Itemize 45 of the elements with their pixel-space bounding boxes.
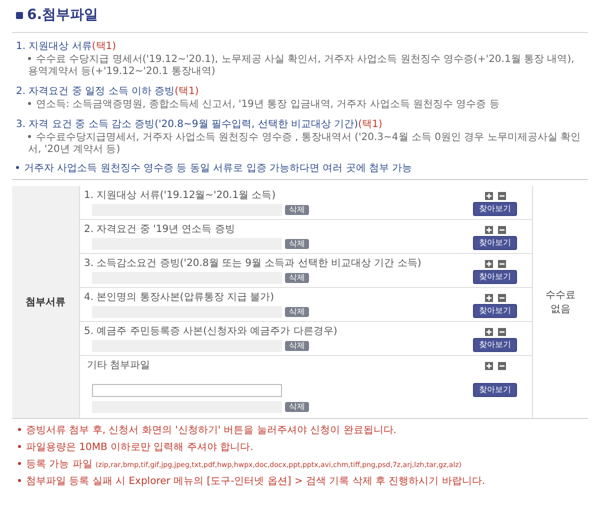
delete-button[interactable]: 삭제 [285, 273, 309, 283]
delete-button[interactable]: 삭제 [285, 402, 309, 412]
add-icon[interactable] [484, 192, 492, 200]
note-text: 거주자 사업소득 원천징수 영수증 등 동일 서류로 입증 가능하다면 여러 곳에 첨부 가능 [12, 156, 588, 180]
remove-icon[interactable] [498, 192, 506, 200]
notice-text: 첨부파일 등록 실패 시 Explorer 메뉴의 [도구-인터넷 옵션] > 검색 기록 삭제 후 진행하시기 바랍니다. [18, 476, 582, 488]
browse-button[interactable]: 찾아보기 [473, 202, 517, 216]
remove-icon[interactable] [498, 226, 506, 234]
title-marker-icon [16, 12, 23, 18]
add-icon[interactable] [484, 294, 492, 302]
remove-icon[interactable] [498, 294, 506, 302]
fee-cell: 수수료 없음 [532, 186, 588, 418]
row-label: 5. 예금주 주민등록증 사본(신청자와 예금주가 다른경우) [84, 325, 338, 338]
notice-text: 파일용량은 10MB 이하로만 입력해 주셔야 합니다. [18, 442, 582, 454]
requirement-heading: 1. 지원대상 서류(택1) [16, 40, 118, 53]
row-label: 4. 본인명의 통장사본(압류통장 지급 불가) [84, 291, 276, 304]
table-header-cell: 첨부서류 [12, 186, 80, 418]
delete-button[interactable]: 삭제 [285, 205, 309, 215]
notice-text: 증빙서류 첨부 후, 신청서 화면의 '신청하기' 버튼을 눌러주셔야 신청이 완료됩니다. [18, 425, 582, 437]
browse-button[interactable]: 찾아보기 [473, 270, 517, 284]
file-input-field[interactable] [92, 384, 282, 397]
row-label: 2. 자격요건 중 '19년 연소득 증빙 [84, 223, 236, 236]
row-label: 3. 소득감소요건 증빙('20.8월 또는 9월 소득과 선택한 비교대상 기간 소득) [84, 257, 422, 270]
add-icon[interactable] [484, 260, 492, 268]
delete-button[interactable]: 삭제 [285, 239, 309, 249]
requirement-heading: 3. 자격 요건 중 소득 감소 증빙('20.8~9월 필수입력, 선택한 비교대상 기간)(택1) [16, 118, 384, 131]
add-icon[interactable] [484, 328, 492, 336]
requirement-heading: 2. 자격요건 중 일정 소득 이하 증빙(택1) [16, 85, 200, 98]
requirement-detail: 수수료수당지급명세서, 거주자 사업소득 원천징수 영수증 , 통장내역서 ('20.3~4월 소득 0원인 경우 노무미제공사실 확인서, '20년 계약서 등) [27, 132, 582, 156]
browse-button[interactable]: 찾아보기 [473, 304, 517, 318]
remove-icon[interactable] [498, 362, 506, 370]
delete-button[interactable]: 삭제 [285, 307, 309, 317]
section-title: 6.첨부파일 [27, 6, 98, 24]
delete-button[interactable]: 삭제 [285, 341, 309, 351]
browse-button[interactable]: 찾아보기 [473, 338, 517, 352]
remove-icon[interactable] [498, 328, 506, 336]
browse-button[interactable]: 찾아보기 [473, 236, 517, 250]
row-label: 1. 지원대상 서류('19.12월~'20.1월 소득) [84, 189, 277, 202]
row-label: 기타 첨부파일 [86, 359, 152, 372]
add-icon[interactable] [484, 226, 492, 234]
requirement-detail: 연소득: 소득금액증명원, 종합소득세 신고서, '19년 통장 입금내역, 거주자 사업소득 원천징수 영수증 등 [16, 99, 584, 111]
add-icon[interactable] [484, 362, 492, 370]
browse-button[interactable]: 찾아보기 [473, 382, 517, 396]
remove-icon[interactable] [498, 260, 506, 268]
requirement-detail: 수수료 수당지급 명세서('19.12~'20.1), 노무제공 사실 확인서, 거주자 사업소득 원천징수 영수증(+'20.1월 통장 내역), 용역계약서 등(+'19.12~'20.1 통장내역) [27, 54, 576, 78]
